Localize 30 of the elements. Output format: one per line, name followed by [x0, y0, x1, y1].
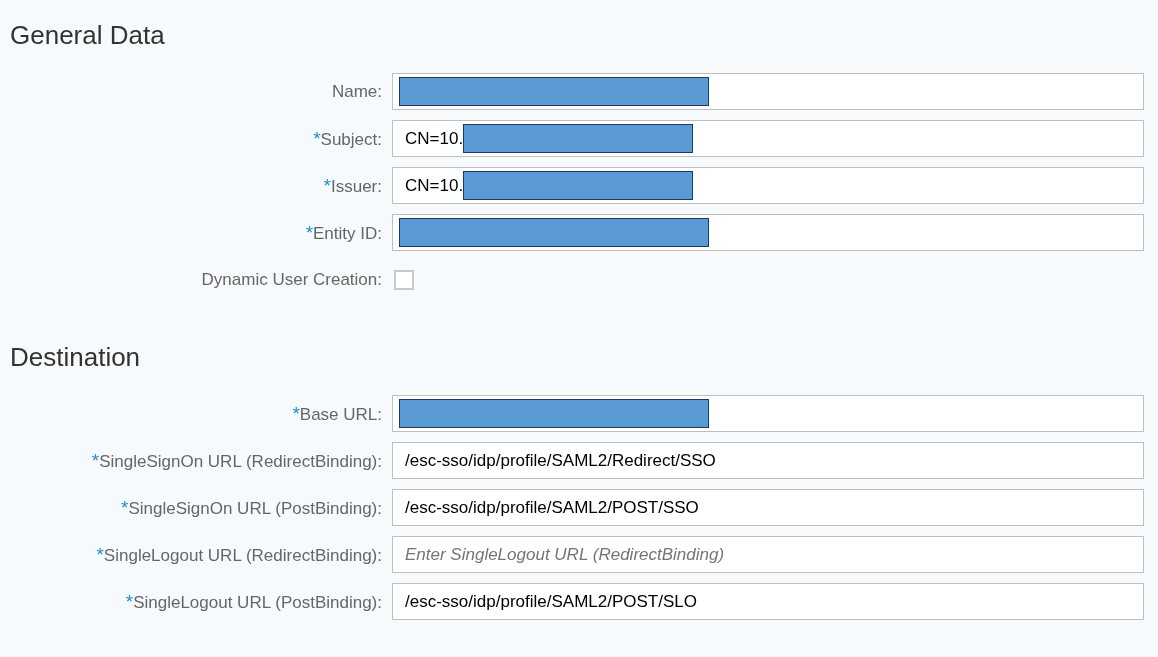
section-title: General Data — [10, 19, 166, 52]
required-asterisk: * — [125, 590, 134, 612]
field-label: Subject: — [320, 129, 382, 149]
input-field[interactable]: /esc-sso/idp/profile/SAML2/POST/SSO — [392, 489, 1144, 526]
input-field[interactable]: Enter SingleLogout URL (RedirectBinding) — [392, 536, 1144, 573]
required-asterisk: * — [96, 543, 104, 565]
required-asterisk: * — [323, 174, 331, 196]
input-field[interactable]: /esc-sso/idp/profile/SAML2/Redirect/SSO — [392, 442, 1144, 479]
input-field[interactable]: CN=10. — [392, 167, 1144, 204]
section-title: Destination — [10, 341, 142, 374]
field-label: Issuer: — [330, 176, 382, 196]
field-label: Base URL: — [299, 404, 382, 424]
required-asterisk: * — [91, 449, 100, 471]
input-field[interactable] — [392, 395, 1144, 432]
field-label: SingleLogout URL (PostBinding): — [133, 592, 382, 612]
field-label: Name: — [331, 81, 382, 101]
required-asterisk: * — [121, 496, 129, 518]
input-field[interactable] — [392, 214, 1144, 251]
field-label: Dynamic User Creation: — [201, 269, 382, 289]
checkbox[interactable] — [394, 269, 414, 290]
field-label: Entity ID: — [313, 223, 382, 243]
field-label: SingleSignOn URL (PostBinding): — [128, 498, 382, 518]
field-label: SingleLogout URL (RedirectBinding): — [103, 545, 382, 565]
field-label: SingleSignOn URL (RedirectBinding): — [99, 451, 382, 471]
input-field[interactable]: CN=10. — [392, 120, 1144, 157]
required-asterisk: * — [313, 127, 321, 149]
required-asterisk: * — [305, 221, 314, 243]
input-field[interactable] — [392, 73, 1144, 110]
input-field[interactable]: /esc-sso/idp/profile/SAML2/POST/SLO — [392, 583, 1144, 620]
required-asterisk: * — [292, 402, 300, 424]
